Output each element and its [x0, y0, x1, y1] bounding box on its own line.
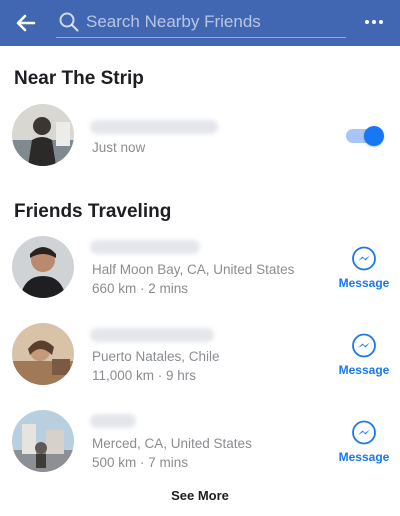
messenger-icon	[352, 333, 376, 358]
messenger-icon	[352, 420, 376, 445]
see-more-link[interactable]: See More	[0, 488, 400, 503]
friend-name-redacted	[90, 240, 200, 254]
search-bar[interactable]	[56, 6, 346, 38]
friend-distance-time: 500 km · 7 mins	[92, 455, 189, 470]
location-sharing-toggle[interactable]	[346, 125, 384, 147]
avatar-photo-icon	[12, 410, 74, 472]
top-bar	[0, 0, 400, 46]
friend-location: Half Moon Bay, CA, United States	[92, 262, 295, 277]
messenger-icon	[352, 246, 376, 271]
message-button[interactable]: Message	[334, 333, 394, 385]
friend-location: Puerto Natales, Chile	[92, 349, 220, 364]
avatar-photo-icon	[12, 323, 74, 385]
message-label: Message	[338, 363, 390, 377]
friend-distance-time: 11,000 km · 9 hrs	[92, 368, 197, 383]
friend-name-redacted	[90, 328, 214, 342]
back-arrow-icon	[16, 14, 36, 32]
more-options-icon	[365, 20, 369, 24]
friend-name-redacted	[90, 414, 136, 428]
section-title-near: Near The Strip	[14, 68, 144, 89]
message-label: Message	[338, 450, 390, 464]
message-button[interactable]: Message	[334, 420, 394, 472]
friend-name-redacted	[90, 120, 218, 134]
last-seen-time: Just now	[92, 140, 146, 155]
avatar[interactable]	[12, 104, 74, 166]
message-label: Message	[338, 276, 390, 290]
avatar[interactable]	[12, 323, 74, 385]
avatar[interactable]	[12, 236, 74, 298]
message-button[interactable]: Message	[334, 246, 394, 298]
search-input[interactable]	[86, 11, 336, 32]
avatar[interactable]	[12, 410, 74, 472]
section-title-traveling: Friends Traveling	[14, 201, 172, 222]
friend-distance-time: 660 km · 2 mins	[92, 281, 189, 296]
search-icon	[59, 12, 79, 32]
more-options-button[interactable]	[362, 12, 386, 32]
back-button[interactable]	[12, 9, 40, 37]
friend-location: Merced, CA, United States	[92, 436, 252, 451]
avatar-photo-icon	[12, 104, 74, 166]
avatar-photo-icon	[12, 236, 74, 298]
